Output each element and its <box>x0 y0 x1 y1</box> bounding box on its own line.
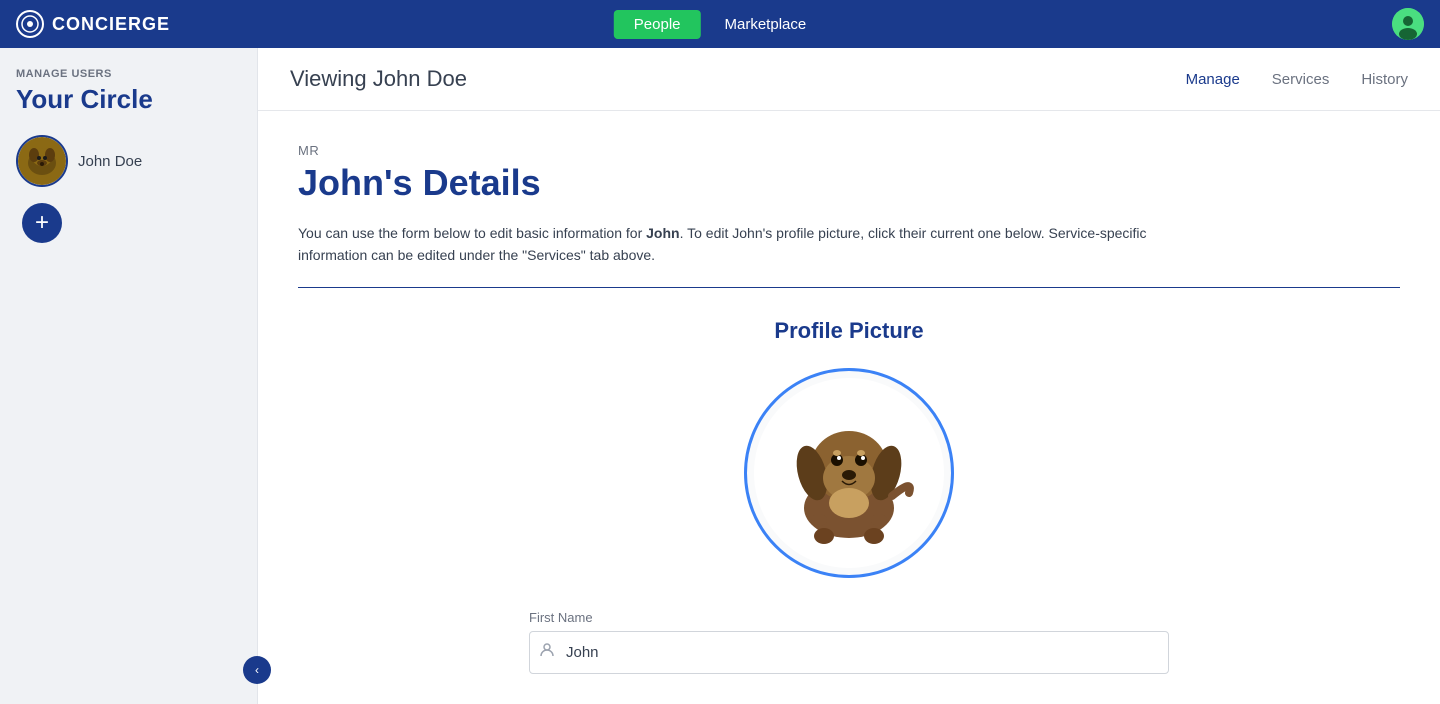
user-avatar-nav[interactable] <box>1392 8 1424 40</box>
person-icon <box>539 642 555 662</box>
marketplace-nav-button[interactable]: Marketplace <box>705 10 827 39</box>
main-content: Viewing John Doe Manage Services History… <box>258 48 1440 704</box>
first-name-wrapper <box>529 631 1169 674</box>
first-name-label: First Name <box>529 610 1169 625</box>
tab-services[interactable]: Services <box>1272 71 1330 88</box>
section-divider <box>298 287 1400 288</box>
sidebar: MANAGE USERS Your Circle John Doe <box>0 48 258 704</box>
tab-history[interactable]: History <box>1361 71 1408 88</box>
logo-text: CONCIERGE <box>52 14 170 35</box>
profile-picture-section: Profile Picture <box>298 318 1400 578</box>
viewing-title: Viewing John Doe <box>290 66 1146 92</box>
details-title: John's Details <box>298 162 1400 204</box>
profile-dog-image <box>754 378 944 568</box>
people-nav-button[interactable]: People <box>614 10 701 39</box>
top-navigation: CONCIERGE People Marketplace <box>0 0 1440 48</box>
content-tabs: Manage Services History <box>1186 71 1408 88</box>
salutation-text: MR <box>298 143 1400 158</box>
john-name: John Doe <box>78 153 142 170</box>
content-header: Viewing John Doe Manage Services History <box>258 48 1440 111</box>
logo-area: CONCIERGE <box>16 10 170 38</box>
content-body: MR John's Details You can use the form b… <box>258 111 1440 704</box>
add-person-button[interactable]: + <box>22 203 62 243</box>
first-name-input[interactable] <box>529 631 1169 674</box>
nav-center: People Marketplace <box>614 10 826 39</box>
circle-user-john[interactable]: John Doe <box>16 135 241 187</box>
description-bold-name: John <box>646 225 679 241</box>
sidebar-collapse-button[interactable]: ‹ <box>243 656 271 684</box>
john-avatar <box>16 135 68 187</box>
john-avatar-image <box>18 137 66 185</box>
sidebar-circle-title: Your Circle <box>16 84 241 115</box>
description-part1: You can use the form below to edit basic… <box>298 225 646 241</box>
tab-manage[interactable]: Manage <box>1186 71 1240 88</box>
sidebar-manage-label: MANAGE USERS <box>16 68 241 80</box>
profile-picture-label: Profile Picture <box>774 318 923 344</box>
chevron-left-icon: ‹ <box>255 663 259 677</box>
form-section: First Name <box>529 610 1169 674</box>
description-paragraph: You can use the form below to edit basic… <box>298 222 1198 267</box>
profile-picture-circle[interactable] <box>744 368 954 578</box>
logo-icon <box>16 10 44 38</box>
add-icon: + <box>35 209 49 237</box>
main-layout: MANAGE USERS Your Circle John Doe <box>0 48 1440 704</box>
